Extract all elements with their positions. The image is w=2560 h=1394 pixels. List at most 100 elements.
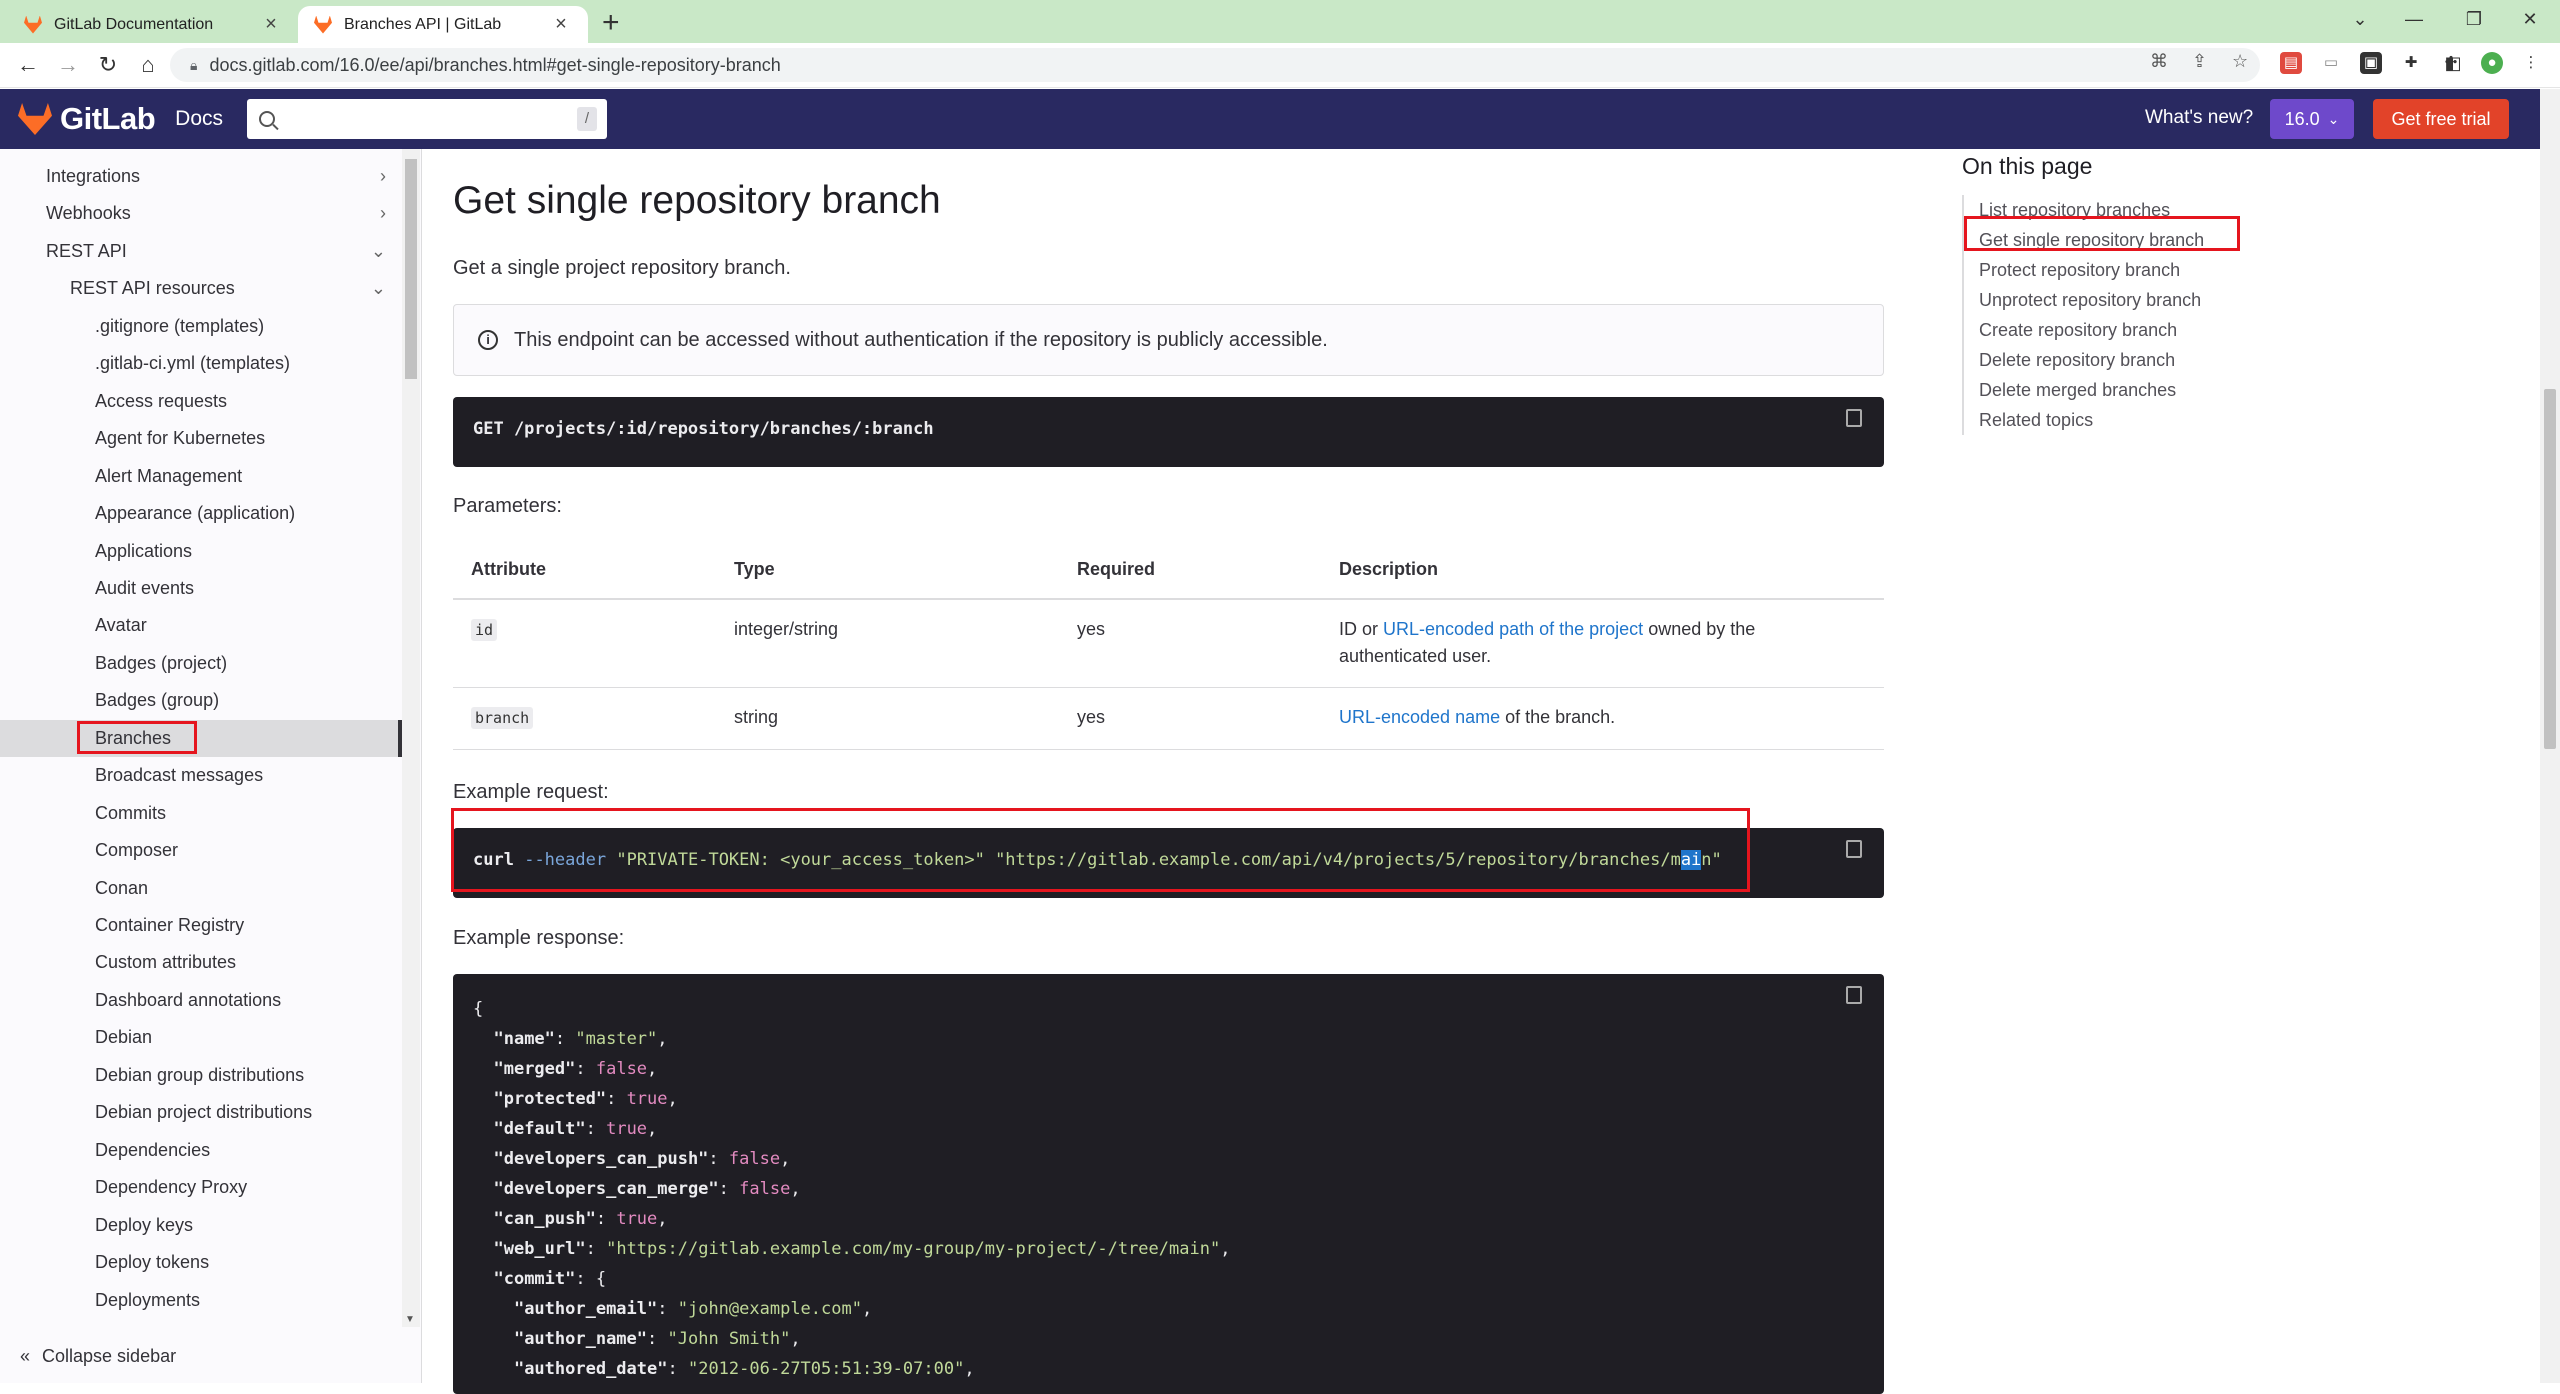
sidebar-item[interactable]: Deploy keys — [0, 1207, 402, 1244]
profile-avatar-icon[interactable]: ● — [2481, 52, 2503, 74]
sidebar-item[interactable]: Badges (group) — [0, 682, 402, 719]
sidebar-item[interactable]: Conan — [0, 870, 402, 907]
sidebar-item[interactable]: Debian project distributions — [0, 1094, 402, 1131]
search-input[interactable] — [285, 99, 577, 139]
page-scrollbar[interactable] — [2540, 89, 2560, 1383]
sidebar-item[interactable]: Dashboard annotations — [0, 982, 402, 1019]
copy-icon[interactable] — [1846, 409, 1862, 427]
version-dropdown[interactable]: 16.0 ⌄ — [2270, 99, 2354, 139]
sidebar-item[interactable]: Access requests — [0, 383, 402, 420]
home-icon[interactable]: ⌂ — [128, 52, 168, 78]
docs-header: GitLab Docs / What's new? 16.0 ⌄ Get fre… — [0, 89, 2540, 149]
copy-icon[interactable] — [1846, 840, 1862, 858]
extension-icon[interactable]: ▤ — [2280, 52, 2302, 74]
toc-title: On this page — [1962, 153, 2093, 179]
gitlab-logo[interactable]: GitLab Docs — [18, 101, 223, 137]
toc-item[interactable]: Delete merged branches — [1964, 375, 2204, 405]
json-value: "2012-06-27T05:51:39-07:00" — [687, 1359, 965, 1379]
sidebar-item[interactable]: Custom attributes — [0, 944, 402, 981]
bookmark-star-icon[interactable]: ☆ — [2232, 51, 2248, 72]
attribute-code: branch — [471, 706, 534, 729]
chevron-down-icon[interactable]: ⌄ — [371, 241, 386, 262]
url-encoded-name-link[interactable]: URL-encoded name — [1339, 707, 1500, 727]
sidebar-item[interactable]: Avatar — [0, 607, 402, 644]
scrollbar-thumb[interactable] — [2544, 389, 2556, 749]
sidebar-item-label: Avatar — [95, 615, 147, 636]
toc-item[interactable]: Related topics — [1964, 405, 2204, 435]
table-row: id integer/string yes ID or URL-encoded … — [453, 599, 1884, 688]
sidebar-item-label: Deployments — [95, 1289, 201, 1310]
address-bar[interactable]: 🔒︎ docs.gitlab.com/16.0/ee/api/branches.… — [170, 48, 2260, 82]
browser-menu-icon[interactable]: ⋮ — [2520, 52, 2542, 74]
sidebar-item[interactable]: Dependencies — [0, 1132, 402, 1169]
tab-search-icon[interactable]: ⌄ — [2330, 0, 2390, 40]
sidebar-item[interactable]: Applications — [0, 533, 402, 570]
sidebar-item[interactable]: .gitignore (templates) — [0, 308, 402, 345]
sidebar-item[interactable]: REST API ⌄ — [0, 233, 402, 270]
close-icon[interactable]: × — [550, 13, 572, 36]
sidebar-item[interactable]: Container Registry — [0, 907, 402, 944]
back-icon[interactable]: ← — [8, 52, 48, 78]
sidebar-item[interactable]: Debian group distributions — [0, 1057, 402, 1094]
sidebar-scrollbar[interactable]: ▼ — [402, 149, 420, 1327]
sidebar-item[interactable]: Debian — [0, 1019, 402, 1056]
scroll-down-icon[interactable]: ▼ — [405, 1314, 415, 1325]
copy-icon[interactable] — [1846, 986, 1862, 1004]
sidebar-item[interactable]: Agent for Kubernetes — [0, 420, 402, 457]
new-tab-icon[interactable]: + — [602, 6, 620, 43]
browser-tab-gitlab-docs[interactable]: GitLab Documentation × — [8, 6, 298, 43]
reload-icon[interactable]: ↻ — [88, 52, 128, 78]
extension-icon[interactable]: ▣ — [2360, 52, 2382, 74]
sidebar-item-label: .gitignore (templates) — [95, 315, 265, 336]
sidebar-item[interactable]: Broadcast messages — [0, 757, 402, 794]
chevron-right-icon[interactable]: › — [380, 203, 386, 224]
sidebar-item[interactable]: Composer — [0, 832, 402, 869]
sidebar-item[interactable]: Audit events — [0, 570, 402, 607]
sidebar-item[interactable]: Webhooks › — [0, 195, 402, 232]
get-free-trial-button[interactable]: Get free trial — [2373, 99, 2509, 139]
sidebar-item[interactable]: Deployments — [0, 1282, 402, 1319]
sidebar-item[interactable]: Alert Management — [0, 458, 402, 495]
url-encoded-path-link[interactable]: URL-encoded path of the project — [1383, 619, 1643, 639]
side-panel-icon[interactable]: ◧ — [2442, 52, 2464, 74]
sidebar-item[interactable]: Branches — [0, 719, 402, 757]
json-key: "merged" — [493, 1059, 576, 1079]
json-line: "can_push": true, — [493, 1209, 668, 1229]
whats-new-link[interactable]: What's new? — [2145, 107, 2253, 129]
chevron-down-icon: ⌄ — [2327, 110, 2340, 127]
sidebar-item[interactable]: .gitlab-ci.yml (templates) — [0, 345, 402, 382]
lock-icon[interactable]: 🔒︎ — [190, 57, 197, 74]
chevron-down-icon[interactable]: ⌄ — [371, 278, 386, 299]
share-icon[interactable]: ⇪ — [2192, 51, 2207, 72]
json-value: false — [595, 1059, 648, 1079]
minimize-icon[interactable]: — — [2384, 0, 2444, 40]
sidebar-item[interactable]: Appearance (application) — [0, 495, 402, 532]
scrollbar-thumb[interactable] — [405, 159, 417, 379]
toc-item[interactable]: Protect repository branch — [1964, 255, 2204, 285]
toc-item[interactable]: Delete repository branch — [1964, 345, 2204, 375]
sidebar-item[interactable]: Badges (project) — [0, 645, 402, 682]
sidebar-item[interactable]: Commits — [0, 795, 402, 832]
translate-icon[interactable]: ⌘ — [2150, 51, 2168, 72]
parameters-label: Parameters: — [453, 495, 562, 517]
browser-tab-branches-api[interactable]: Branches API | GitLab × — [298, 6, 588, 43]
forward-icon[interactable]: → — [48, 52, 88, 78]
close-icon[interactable]: × — [260, 13, 282, 36]
sidebar-item-label: Badges (group) — [95, 690, 220, 711]
chevron-right-icon[interactable]: › — [380, 166, 386, 187]
table-row: branch string yes URL-encoded name of th… — [453, 687, 1884, 750]
toc-item[interactable]: Create repository branch — [1964, 315, 2204, 345]
json-key: "author_name" — [513, 1329, 648, 1349]
window-close-icon[interactable]: ✕ — [2500, 0, 2560, 40]
toc-item[interactable]: Unprotect repository branch — [1964, 285, 2204, 315]
sidebar-item[interactable]: REST API resources ⌄ — [0, 270, 402, 307]
sidebar-item[interactable]: Dependency Proxy — [0, 1169, 402, 1206]
collapse-sidebar-button[interactable]: « Collapse sidebar — [20, 1346, 176, 1367]
json-line: { — [473, 994, 1864, 1024]
extension-icon[interactable]: ✚ — [2400, 52, 2422, 74]
sidebar-item[interactable]: Deploy tokens — [0, 1244, 402, 1281]
maximize-icon[interactable]: ❐ — [2444, 0, 2504, 40]
extension-icon[interactable]: ▭ — [2320, 52, 2342, 74]
sidebar-item[interactable]: Integrations › — [0, 158, 402, 195]
docs-search[interactable]: / — [247, 99, 607, 139]
